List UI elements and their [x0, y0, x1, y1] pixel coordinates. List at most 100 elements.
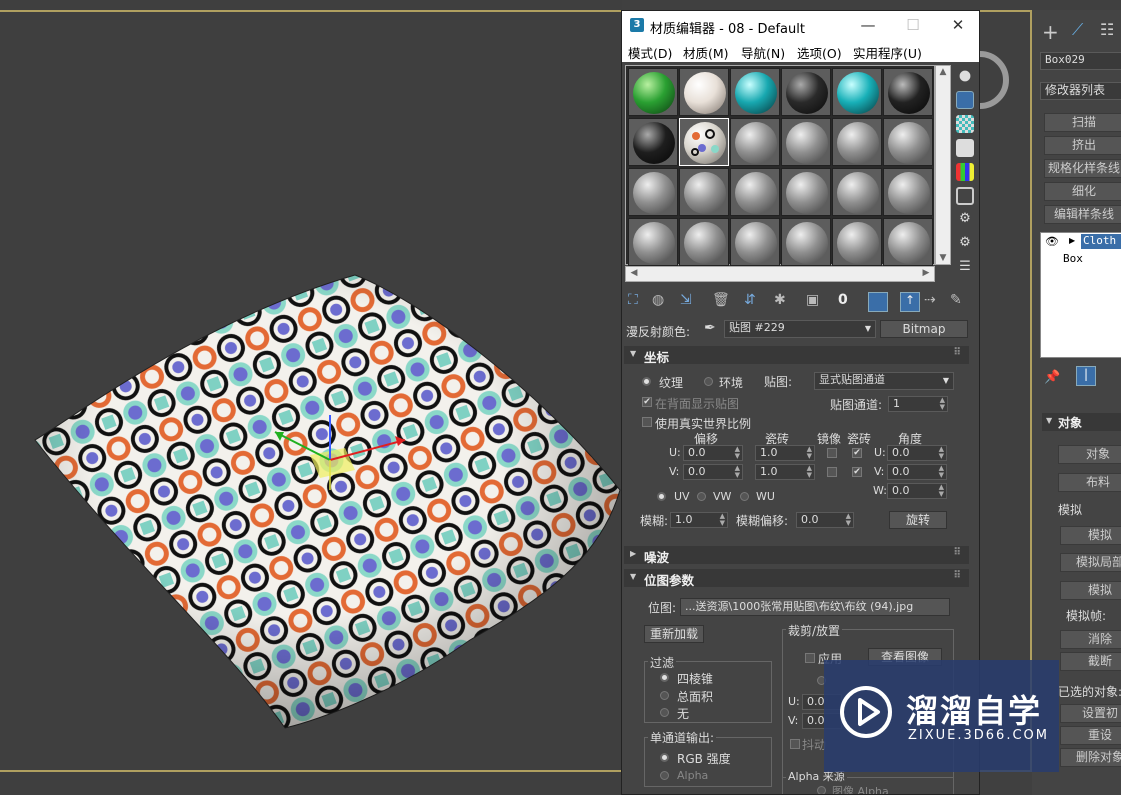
put-to-library-icon[interactable]: ✱ [774, 292, 794, 312]
cloth-forces-button[interactable]: 布料 [1058, 473, 1121, 492]
video-color-check-icon[interactable] [956, 163, 974, 181]
menu-mode[interactable]: 模式(D) [628, 43, 672, 62]
summed-area-radio[interactable] [660, 691, 669, 700]
u-mirror-checkbox[interactable] [827, 448, 837, 458]
delete-object-cache-button[interactable]: 删除对象 [1060, 748, 1121, 767]
minimize-button[interactable]: — [854, 14, 882, 36]
menu-material[interactable]: 材质(M) [683, 43, 729, 62]
slots-horizontal-scrollbar[interactable]: ◀ ▶ [625, 266, 935, 282]
image-alpha-radio[interactable] [817, 786, 826, 794]
effects-channel-icon[interactable]: 0 [838, 292, 858, 312]
go-forward-sibling-icon[interactable]: ⇢ [924, 292, 944, 312]
scroll-down-icon[interactable]: ▼ [936, 253, 950, 263]
mapping-select[interactable]: 显式贴图通道 ▼ [814, 372, 954, 390]
uv-tiling-icon[interactable] [956, 139, 974, 157]
v-tiling-spinner[interactable]: 1.0 ▲ ▼ [755, 464, 815, 480]
edit-spline-button[interactable]: 编辑样条线 [1044, 205, 1121, 224]
reload-button[interactable]: 重新加载 [644, 625, 704, 643]
blur-offset-spinner[interactable]: 0.0 ▲ ▼ [796, 512, 854, 528]
environ-radio[interactable] [704, 377, 713, 386]
pyramidal-radio[interactable] [660, 673, 669, 682]
wu-radio[interactable] [740, 492, 749, 501]
real-world-checkbox[interactable] [642, 417, 652, 427]
apply-checkbox[interactable] [805, 653, 815, 663]
truncate-sim-button[interactable]: 截断 [1060, 652, 1121, 671]
put-to-scene-icon[interactable]: ◍ [652, 292, 672, 312]
sample-slot[interactable] [781, 118, 831, 166]
object-properties-button[interactable]: 对象 [1058, 445, 1121, 464]
scroll-left-icon[interactable]: ◀ [627, 268, 641, 278]
sample-slot[interactable] [730, 168, 780, 216]
modifier-list-dropdown[interactable]: 修改器列表 [1040, 82, 1121, 100]
sample-slot[interactable] [679, 168, 729, 216]
sample-slot[interactable] [883, 218, 933, 266]
v-angle-spinner[interactable]: 0.0 ▲ ▼ [887, 464, 947, 480]
sample-slot[interactable] [883, 118, 933, 166]
bitmap-rollout-header[interactable]: ▼ 位图参数 ⠿ [624, 569, 969, 588]
vw-radio[interactable] [697, 492, 706, 501]
bitmap-path-button[interactable]: ...送资源\1000张常用贴图\布纹\布纹 (94).jpg [680, 598, 950, 616]
rotate-button[interactable]: 旋转 [889, 511, 947, 529]
modify-tab-icon[interactable]: ⟋ [1072, 20, 1083, 40]
pin-stack-icon[interactable]: 📌 [1044, 370, 1060, 385]
show-map-on-back-checkbox[interactable]: ✔ [642, 397, 652, 407]
sample-slot[interactable] [730, 118, 780, 166]
rgb-intensity-radio[interactable] [660, 753, 669, 762]
extrude-button[interactable]: 挤出 [1044, 136, 1121, 155]
sweep-button[interactable]: 扫描 [1044, 113, 1121, 132]
viewcube-icon[interactable] [980, 42, 1030, 142]
sample-slot[interactable] [628, 68, 678, 116]
sample-slot[interactable] [832, 218, 882, 266]
map-type-button[interactable]: Bitmap [880, 320, 968, 338]
sample-slot[interactable] [628, 218, 678, 266]
make-unique-icon[interactable]: ⇵ [744, 292, 764, 312]
sample-slot[interactable] [883, 168, 933, 216]
go-to-parent-icon[interactable]: ↑ [900, 292, 920, 312]
backlight-icon[interactable] [956, 91, 974, 109]
assign-to-selection-icon[interactable]: ⇲ [680, 292, 700, 312]
u-tile-checkbox[interactable]: ✔ [852, 448, 862, 458]
sample-slot[interactable] [730, 68, 780, 116]
simulate-button[interactable]: 模拟 [1060, 526, 1121, 545]
background-icon[interactable] [956, 115, 974, 133]
object-name-field[interactable]: Box029 [1040, 52, 1121, 70]
menu-utilities[interactable]: 实用程序(U) [853, 43, 922, 62]
map-name-field[interactable]: 贴图 #229 ▼ [724, 320, 876, 338]
eyedropper-icon[interactable]: ✒ [704, 320, 716, 336]
sample-slot[interactable] [781, 218, 831, 266]
stack-item-cloth[interactable]: Cloth [1081, 234, 1121, 249]
set-initial-button[interactable]: 设置初 [1060, 704, 1121, 723]
sample-slot[interactable] [832, 118, 882, 166]
sample-slot[interactable] [628, 118, 678, 166]
simulate-run-button[interactable]: 模拟 [1060, 581, 1121, 600]
options-icon[interactable]: ⚙ [956, 211, 974, 229]
menu-options[interactable]: 选项(O) [797, 43, 842, 62]
texture-radio[interactable] [642, 377, 651, 386]
show-shaded-icon[interactable] [868, 292, 888, 312]
uv-radio[interactable] [657, 492, 666, 501]
refine-button[interactable]: 细化 [1044, 182, 1121, 201]
scroll-up-icon[interactable]: ▲ [936, 67, 950, 77]
close-button[interactable]: ✕ [944, 14, 972, 36]
sample-slot[interactable] [832, 68, 882, 116]
select-by-material-icon[interactable]: ⚙ [956, 235, 974, 253]
hierarchy-tab-icon[interactable]: ☷ [1100, 20, 1114, 39]
menu-navigation[interactable]: 导航(N) [741, 43, 785, 62]
title-bar[interactable]: 3 材质编辑器 - 08 - Default — ☐ ✕ [622, 11, 979, 40]
v-mirror-checkbox[interactable] [827, 467, 837, 477]
noise-rollout-header[interactable]: ▶ 噪波 ⠿ [624, 546, 969, 565]
reset-button[interactable]: 重设 [1060, 726, 1121, 745]
sample-slot[interactable] [781, 68, 831, 116]
sample-slot[interactable] [781, 168, 831, 216]
u-offset-spinner[interactable]: 0.0 ▲ ▼ [683, 445, 743, 461]
scroll-right-icon[interactable]: ▶ [919, 268, 933, 278]
sample-slot[interactable] [730, 218, 780, 266]
sample-slot[interactable] [679, 68, 729, 116]
u-tiling-spinner[interactable]: 1.0 ▲ ▼ [755, 445, 815, 461]
object-rollout-header[interactable]: ▼ 对象 [1042, 413, 1121, 431]
sample-slot[interactable] [628, 168, 678, 216]
get-material-icon[interactable]: ⛶ [628, 292, 648, 312]
jitter-checkbox[interactable] [790, 739, 800, 749]
sample-type-icon[interactable] [956, 67, 974, 85]
blur-spinner[interactable]: 1.0 ▲ ▼ [670, 512, 728, 528]
